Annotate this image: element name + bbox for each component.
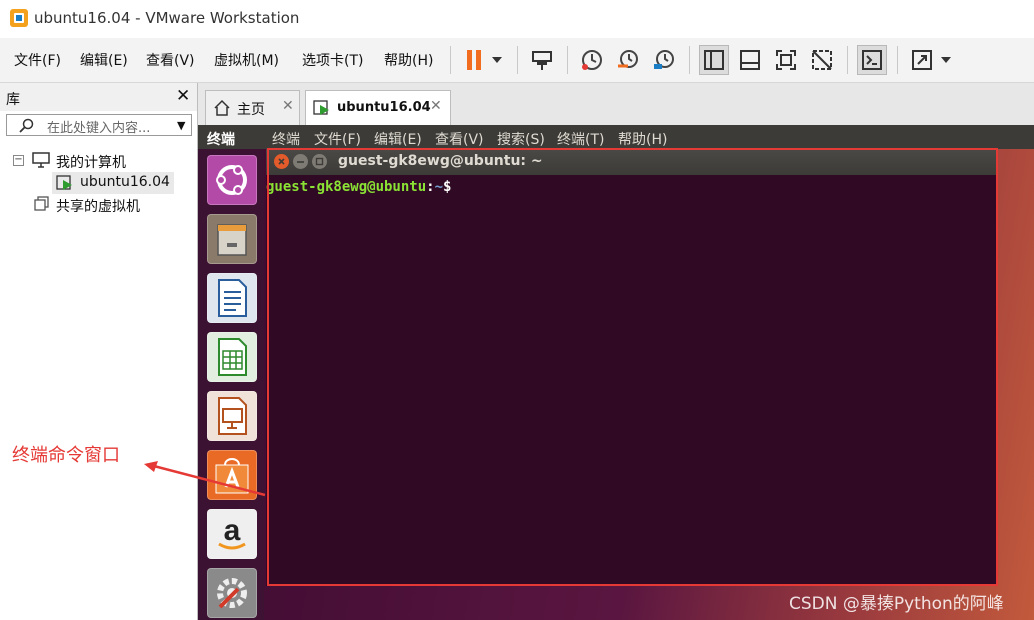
- toolbar-separator: [450, 46, 451, 74]
- tab-ubuntu-label: ubuntu16.04: [337, 100, 431, 115]
- tree-item-shared-vms[interactable]: 共享的虚拟机: [56, 196, 140, 216]
- toolbar-separator: [517, 46, 518, 74]
- send-ctrl-alt-del-button[interactable]: [527, 45, 557, 75]
- tab-home-close-icon[interactable]: ✕: [282, 98, 294, 114]
- tree-item-ubuntu[interactable]: ubuntu16.04: [80, 174, 170, 190]
- launcher-calc-button[interactable]: [207, 332, 257, 382]
- unity-button[interactable]: [807, 45, 837, 75]
- launcher-amazon-button[interactable]: a: [207, 509, 257, 559]
- launcher-dash-button[interactable]: [207, 155, 257, 205]
- library-view-icon: [704, 50, 724, 70]
- file-cabinet-icon: [217, 224, 247, 256]
- computer-icon: [32, 152, 50, 168]
- menu-file[interactable]: 文件(F): [14, 50, 61, 70]
- tab-ubuntu[interactable]: ubuntu16.04 ✕: [305, 90, 451, 126]
- library-close-button[interactable]: ✕: [176, 86, 190, 106]
- annotation-label: 终端命令窗口: [12, 445, 120, 466]
- settings-gear-icon: [217, 578, 247, 609]
- library-header: 库 ✕: [0, 83, 197, 111]
- ubuntu-menu-terminal-t[interactable]: 终端(T): [557, 129, 604, 149]
- toolbar-separator: [847, 46, 848, 74]
- ubuntu-menu-search[interactable]: 搜索(S): [497, 129, 545, 149]
- window-title: ubuntu16.04 - VMware Workstation: [34, 9, 300, 27]
- ubuntu-menu-terminal[interactable]: 终端: [272, 129, 300, 149]
- ubuntu-menu-file[interactable]: 文件(F): [314, 129, 361, 149]
- thumbnail-view-button[interactable]: [735, 45, 765, 75]
- launcher-files-button[interactable]: [207, 214, 257, 264]
- launcher-impress-button[interactable]: [207, 391, 257, 441]
- spreadsheet-icon: [218, 338, 247, 376]
- tab-home[interactable]: 主页 ✕: [205, 90, 300, 125]
- tree-item-my-computer[interactable]: 我的计算机: [56, 152, 126, 172]
- shared-vm-icon: [34, 196, 49, 211]
- annotation-highlight-box: [267, 148, 998, 586]
- menu-help[interactable]: 帮助(H): [384, 50, 433, 70]
- launcher-writer-button[interactable]: [207, 273, 257, 323]
- launcher-settings-button[interactable]: [207, 568, 257, 618]
- take-snapshot-button[interactable]: [577, 45, 607, 75]
- vmware-logo-icon: [10, 9, 28, 27]
- ubuntu-launcher: a: [198, 149, 264, 620]
- tab-ubuntu-close-icon[interactable]: ✕: [430, 98, 442, 114]
- pause-icon: [467, 50, 481, 70]
- library-title: 库: [6, 92, 20, 108]
- toolbar-separator: [689, 46, 690, 74]
- pause-button[interactable]: [459, 45, 489, 75]
- menu-view[interactable]: 查看(V): [146, 50, 195, 70]
- snapshot-manager-button[interactable]: [649, 45, 679, 75]
- stretch-icon: [912, 50, 932, 70]
- ubuntu-app-name: 终端: [207, 132, 235, 148]
- toolbar-separator: [567, 46, 568, 74]
- ubuntu-menu-view[interactable]: 查看(V): [435, 129, 484, 149]
- tree-collapse-toggle[interactable]: −: [13, 155, 24, 166]
- amazon-icon: a: [218, 514, 246, 550]
- title-bar: ubuntu16.04 - VMware Workstation: [0, 0, 1034, 38]
- power-dropdown-button[interactable]: [486, 45, 508, 75]
- menu-edit[interactable]: 编辑(E): [80, 50, 128, 70]
- document-writer-icon: [218, 279, 247, 317]
- library-panel: 库 ✕ 在此处键入内容... ▼ − 我的计算机 ubuntu16.04 共享的…: [0, 83, 198, 620]
- console-view-icon: [862, 50, 882, 70]
- svg-text:a: a: [224, 514, 241, 547]
- vm-running-icon: [56, 175, 72, 190]
- dropdown-arrow-icon: [941, 57, 951, 63]
- fullscreen-button[interactable]: [771, 45, 801, 75]
- library-view-button[interactable]: [699, 45, 729, 75]
- tab-home-label: 主页: [237, 102, 265, 118]
- menu-toolbar: 文件(F) 编辑(E) 查看(V) 虚拟机(M) 选项卡(T) 帮助(H): [0, 38, 1034, 83]
- fullscreen-icon: [776, 50, 796, 70]
- revert-snapshot-icon: [618, 50, 638, 68]
- stretch-button[interactable]: [907, 45, 937, 75]
- toolbar-separator: [897, 46, 898, 74]
- search-placeholder: 在此处键入内容...: [47, 121, 151, 136]
- send-ctrl-alt-del-icon: [532, 51, 552, 70]
- dropdown-arrow-icon: [492, 57, 502, 63]
- ubuntu-menu-edit[interactable]: 编辑(E): [374, 129, 422, 149]
- watermark: CSDN @暴揍Python的阿峰: [789, 594, 1004, 614]
- presentation-icon: [218, 397, 247, 435]
- menu-vm[interactable]: 虚拟机(M): [214, 50, 279, 70]
- ubuntu-logo-icon: [216, 165, 247, 195]
- snapshot-icon: [582, 50, 602, 70]
- ubuntu-top-panel: 终端 终端 文件(F) 编辑(E) 查看(V) 搜索(S) 终端(T) 帮助(H…: [198, 125, 1034, 149]
- snapshot-manager-icon: [654, 50, 674, 69]
- annotation-arrow-icon: [144, 461, 266, 497]
- vm-running-icon: [313, 100, 329, 115]
- ubuntu-menu-help[interactable]: 帮助(H): [618, 129, 667, 149]
- thumbnail-view-icon: [740, 50, 760, 70]
- stretch-dropdown-button[interactable]: [935, 45, 957, 75]
- search-dropdown-icon[interactable]: ▼: [177, 119, 185, 132]
- console-view-button[interactable]: [857, 45, 887, 75]
- unity-icon: [812, 50, 832, 70]
- library-search-input[interactable]: 在此处键入内容... ▼: [6, 114, 192, 136]
- revert-snapshot-button[interactable]: [613, 45, 643, 75]
- menu-tabs[interactable]: 选项卡(T): [302, 50, 363, 70]
- tab-strip: 主页 ✕ ubuntu16.04 ✕: [198, 83, 1034, 126]
- search-icon: [19, 118, 34, 133]
- home-icon: [214, 99, 230, 116]
